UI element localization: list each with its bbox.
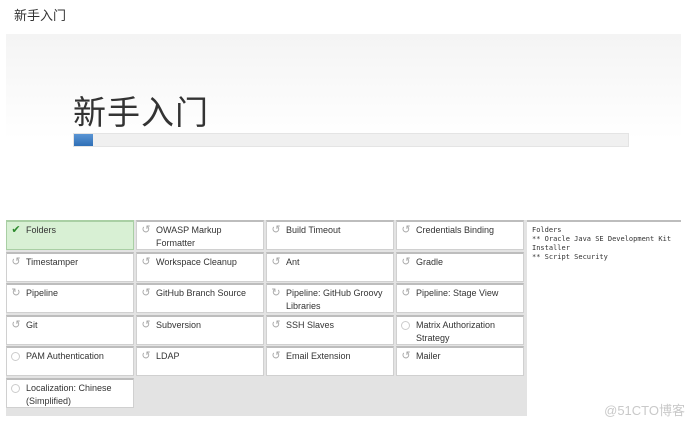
plugin-tile: ↻ Pipeline (6, 283, 134, 313)
top-bar: 新手入门 (0, 0, 693, 30)
plugin-label: Pipeline: GitHub Groovy Libraries (286, 288, 383, 311)
plugin-label: PAM Authentication (26, 351, 104, 361)
log-line: Folders (532, 226, 562, 234)
install-progress-bar (73, 133, 629, 147)
plugin-label: Credentials Binding (416, 225, 495, 235)
plugin-label: Mailer (416, 351, 441, 361)
plugin-tile: ✔ Folders (6, 220, 134, 250)
plugin-tile: ↺ Pipeline: Stage View (396, 283, 524, 313)
plugin-tile: ↺ GitHub Branch Source (136, 283, 264, 313)
log-line: ** Oracle Java SE Development Kit Instal… (532, 235, 676, 252)
refresh-icon: ↺ (141, 287, 151, 299)
plugin-tile: ↺ Ant (266, 251, 394, 282)
plugin-label: Timestamper (26, 256, 79, 267)
plugin-tile: ↺ Subversion (136, 314, 264, 345)
plugin-install-area: ✔ Folders ↺ OWASP Markup Formatter ↺ Build Ti… (6, 220, 681, 416)
plugin-tile: Localization: Chinese (Simplified) (6, 377, 134, 408)
refresh-icon: ↺ (141, 224, 151, 236)
plugin-tile: ↺ OWASP Markup Formatter (136, 220, 264, 250)
refresh-icon: ↺ (141, 350, 151, 362)
plugin-tile: PAM Authentication (6, 346, 134, 376)
plugin-tile: ↺ Gradle (396, 251, 524, 282)
refresh-icon: ↺ (141, 318, 151, 331)
plugin-tile: ↺ Mailer (396, 346, 524, 376)
plugin-label: Matrix Authorization Strategy (416, 319, 496, 343)
refresh-icon: ↺ (401, 287, 411, 299)
refresh-icon: ↺ (271, 350, 281, 362)
circle-icon (11, 383, 20, 393)
sync-icon: ↻ (11, 287, 21, 299)
plugin-label: Folders (26, 225, 57, 235)
plugin-label: Ant (286, 256, 300, 267)
refresh-icon: ↺ (401, 255, 411, 268)
plugin-tile: ↺ Build Timeout (266, 220, 394, 250)
plugin-label: Subversion (156, 319, 202, 330)
plugin-grid: ✔ Folders ↺ OWASP Markup Formatter ↺ Build Ti… (6, 220, 526, 416)
page-heading: 新手入门 (73, 93, 209, 132)
plugin-label: Workspace Cleanup (156, 256, 237, 267)
refresh-icon: ↺ (11, 255, 21, 268)
plugin-label: SSH Slaves (286, 319, 335, 330)
plugin-tile: ↻ Pipeline: GitHub Groovy Libraries (266, 283, 394, 313)
window-title: 新手入门 (14, 8, 67, 23)
plugin-tile: ↺ SSH Slaves (266, 314, 394, 345)
refresh-icon: ↺ (11, 318, 21, 331)
refresh-icon: ↺ (271, 224, 281, 236)
refresh-icon: ↺ (271, 255, 281, 268)
install-log: Folders ** Oracle Java SE Development Ki… (527, 220, 681, 416)
refresh-icon: ↺ (401, 350, 411, 362)
plugin-tile: ↺ Git (6, 314, 134, 345)
plugin-tile: ↺ Email Extension (266, 346, 394, 376)
plugin-label: LDAP (156, 351, 180, 361)
circle-icon (11, 352, 20, 361)
refresh-icon: ↺ (141, 255, 151, 268)
plugin-label: Git (26, 319, 38, 330)
plugin-label: Build Timeout (286, 225, 341, 235)
plugin-tile: Matrix Authorization Strategy (396, 314, 524, 345)
sync-icon: ↻ (271, 287, 281, 299)
progress-fill (74, 134, 94, 146)
plugin-label: GitHub Branch Source (156, 288, 247, 298)
plugin-label: Pipeline: Stage View (416, 288, 499, 298)
hero-panel: 新手入门 (6, 34, 681, 166)
plugin-label: Gradle (416, 256, 444, 267)
plugin-label: Email Extension (286, 351, 351, 361)
refresh-icon: ↺ (401, 224, 411, 236)
log-line: ** Script Security (532, 253, 608, 261)
plugin-tile: ↺ Credentials Binding (396, 220, 524, 250)
plugin-label: Localization: Chinese (Simplified) (26, 382, 112, 406)
plugin-tile: ↺ LDAP (136, 346, 264, 376)
watermark: @51CTO博客 (604, 403, 685, 418)
plugin-tile: ↺ Workspace Cleanup (136, 251, 264, 282)
plugin-tile: ↺ Timestamper (6, 251, 134, 282)
plugin-label: OWASP Markup Formatter (156, 225, 222, 248)
plugin-label: Pipeline (26, 288, 59, 298)
check-icon: ✔ (11, 224, 21, 236)
circle-icon (401, 320, 410, 330)
refresh-icon: ↺ (271, 318, 281, 331)
